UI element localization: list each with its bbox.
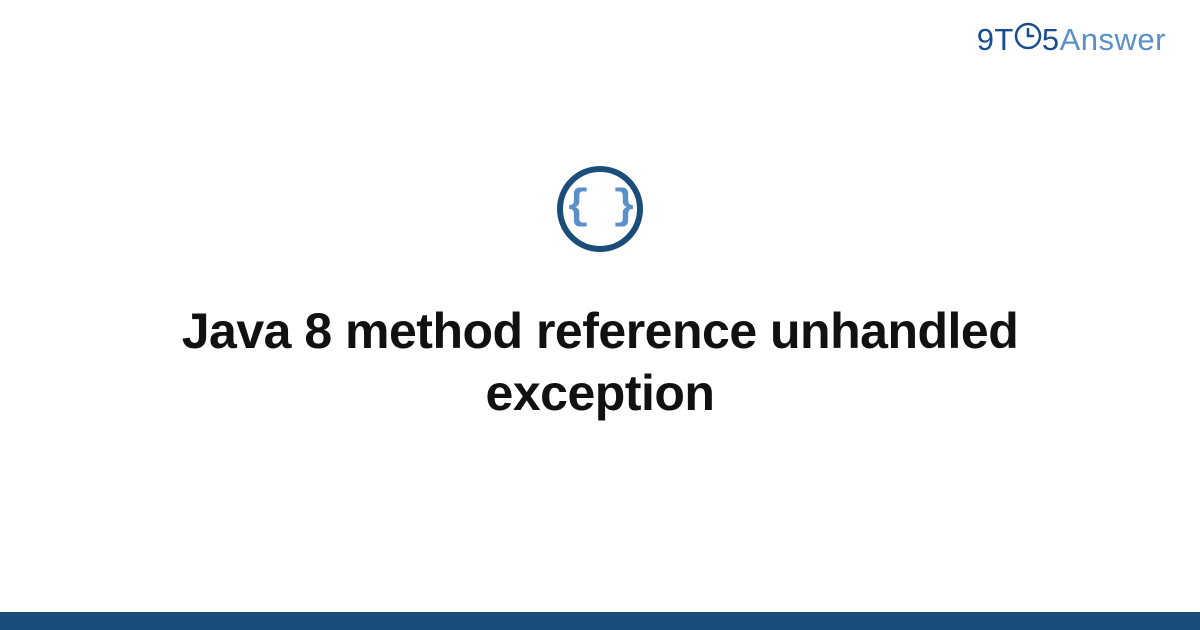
code-braces-icon: { }	[557, 166, 643, 252]
braces-glyph: { }	[565, 186, 635, 228]
page-title: Java 8 method reference unhandled except…	[150, 300, 1050, 425]
bottom-accent-bar	[0, 612, 1200, 630]
category-icon-wrapper: { }	[557, 166, 643, 252]
main-content: { } Java 8 method reference unhandled ex…	[0, 0, 1200, 630]
